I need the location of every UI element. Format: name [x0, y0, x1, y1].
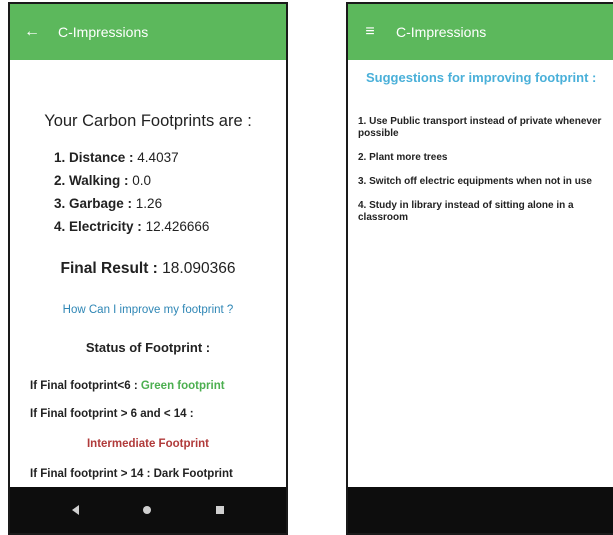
suggestion-item: 4. Study in library instead of sitting a… [358, 200, 574, 223]
hamburger-menu-icon[interactable]: ≡ [350, 23, 390, 41]
results-content: Your Carbon Footprints are : 1. Distance… [10, 60, 286, 487]
suggestions-heading: Suggestions for improving footprint : [366, 70, 597, 85]
footprints-heading: Your Carbon Footprints are : [44, 112, 252, 130]
list-item: 2. Walking : 0.0 [54, 173, 209, 196]
app-title: C-Impressions [58, 24, 149, 40]
rule-green-value: Green footprint [140, 380, 225, 392]
rule-intermediate: If Final footprint > 6 and < 14 : [30, 408, 194, 420]
back-arrow-icon[interactable]: ← [12, 23, 52, 41]
item-label: 4. Electricity : [54, 219, 142, 234]
app-title: C-Impressions [396, 24, 487, 40]
list-item: 3. Garbage : 1.26 [54, 196, 209, 219]
status-heading: Status of Footprint : [85, 340, 211, 355]
nav-recents-icon[interactable] [215, 506, 224, 514]
rule-intermediate-value: Intermediate Footprint [86, 438, 210, 450]
list-item: 1. Distance : 4.4037 [54, 150, 209, 173]
rule-green: If Final footprint<6 : Green footprint [30, 380, 225, 392]
item-value: 0.0 [132, 173, 152, 188]
final-result-label: Final Result : [60, 260, 158, 277]
nav-home-icon[interactable] [143, 506, 152, 514]
system-nav-bar [10, 487, 286, 533]
item-label: 2. Walking : [54, 173, 129, 188]
item-value: 12.426666 [145, 219, 210, 234]
suggestion-item: 1. Use Public transport instead of priva… [358, 116, 602, 139]
final-result: Final Result : 18.090366 [10, 260, 286, 278]
improve-footprint-link[interactable]: How Can I improve my footprint ? [10, 304, 286, 316]
phone-screen-suggestions: ≡ C-Impressions Suggestions for improvin… [346, 2, 613, 535]
item-label: 3. Garbage : [54, 196, 133, 211]
phone-screen-results: ← C-Impressions Your Carbon Footprints a… [8, 2, 288, 535]
suggestions-list: 1. Use Public transport instead of priva… [358, 116, 613, 236]
app-bar: ≡ C-Impressions [348, 4, 613, 60]
nav-back-icon[interactable] [72, 505, 80, 515]
suggestions-content: Suggestions for improving footprint : 1.… [348, 60, 613, 487]
footprint-list: 1. Distance : 4.4037 2. Walking : 0.0 3.… [54, 150, 209, 242]
final-result-value: 18.090366 [162, 260, 236, 277]
suggestion-item: 3. Switch off electric equipments when n… [358, 176, 592, 187]
suggestion-item: 2. Plant more trees [358, 152, 448, 163]
rule-dark: If Final footprint > 14 : Dark Footprint [30, 468, 233, 480]
app-bar: ← C-Impressions [10, 4, 286, 60]
list-item: 4. Electricity : 12.426666 [54, 219, 209, 242]
item-value: 4.4037 [137, 150, 179, 165]
item-value: 1.26 [135, 196, 163, 211]
system-nav-bar [348, 487, 613, 533]
item-label: 1. Distance : [54, 150, 134, 165]
rule-green-label: If Final footprint<6 : [30, 380, 138, 392]
